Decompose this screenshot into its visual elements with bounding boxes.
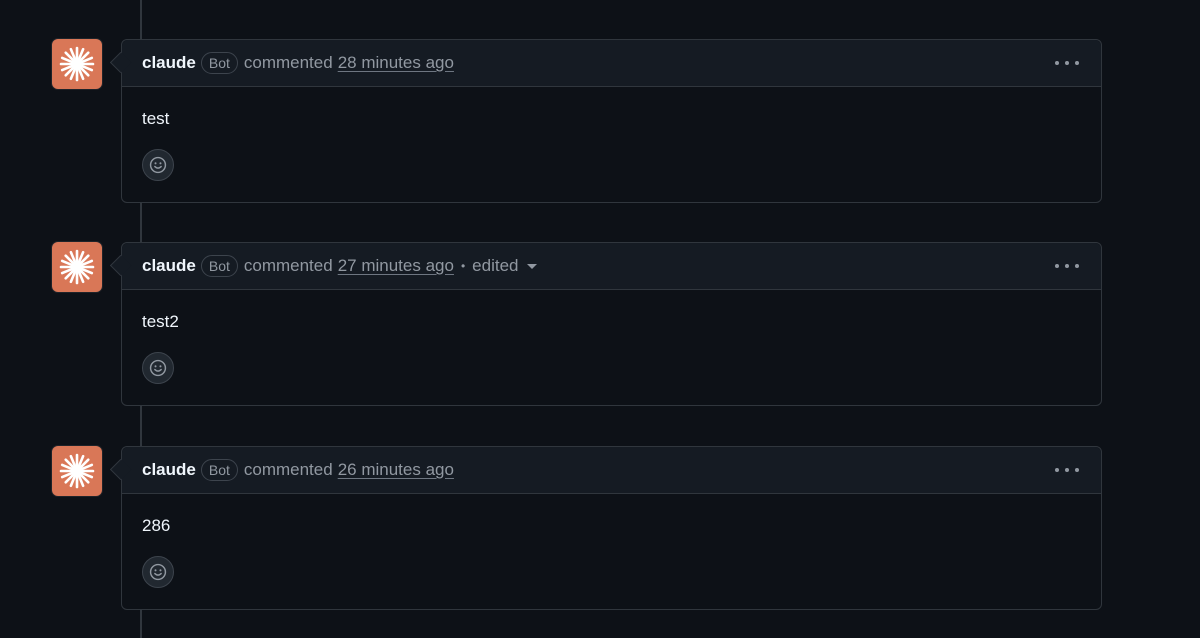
comment-body: test2: [122, 290, 1101, 384]
comment-header: claude Bot commented 26 minutes ago: [109, 447, 1101, 494]
smiley-icon: [149, 563, 167, 581]
smiley-icon: [149, 156, 167, 174]
avatar[interactable]: [52, 242, 102, 292]
action-text: commented: [243, 256, 333, 275]
bot-badge: Bot: [200, 459, 238, 481]
avatar[interactable]: [52, 446, 102, 496]
comment-header: claude Bot commented 28 minutes ago: [109, 40, 1101, 87]
comment-text: 286: [142, 516, 171, 535]
claude-sparkle-icon: [59, 249, 95, 285]
edited-dropdown[interactable]: edited: [472, 256, 538, 276]
comment-text: test: [142, 109, 170, 128]
timestamp-link[interactable]: 28 minutes ago: [338, 53, 454, 73]
kebab-horizontal-icon[interactable]: [1055, 53, 1079, 73]
author-name[interactable]: claude: [142, 256, 196, 276]
claude-sparkle-icon: [59, 453, 95, 489]
avatar[interactable]: [52, 39, 102, 89]
card-pointer: [109, 458, 132, 481]
timestamp-link[interactable]: 27 minutes ago: [338, 256, 454, 276]
comment-header: claude Bot commented 27 minutes ago • ed…: [109, 243, 1101, 290]
comment-body: test: [122, 87, 1101, 181]
kebab-horizontal-icon[interactable]: [1055, 256, 1079, 276]
bot-badge: Bot: [200, 255, 238, 277]
add-reaction-button[interactable]: [142, 556, 174, 588]
card-pointer: [109, 51, 132, 74]
comment-card: claude Bot commented 27 minutes ago • ed…: [109, 242, 1102, 406]
comment-text: test2: [142, 312, 179, 331]
action-text: commented: [243, 460, 333, 479]
timestamp-link[interactable]: 26 minutes ago: [338, 460, 454, 480]
add-reaction-button[interactable]: [142, 149, 174, 181]
kebab-horizontal-icon[interactable]: [1055, 460, 1079, 480]
separator-dot: •: [460, 259, 466, 273]
action-text: commented: [243, 53, 333, 72]
add-reaction-button[interactable]: [142, 352, 174, 384]
smiley-icon: [149, 359, 167, 377]
edited-label: edited: [472, 256, 519, 275]
author-name[interactable]: claude: [142, 460, 196, 480]
caret-down-icon: [527, 264, 538, 270]
claude-sparkle-icon: [59, 46, 95, 82]
comment-card: claude Bot commented 26 minutes ago 286: [109, 446, 1102, 610]
comment-body: 286: [122, 494, 1101, 588]
comment-card: claude Bot commented 28 minutes ago test: [109, 39, 1102, 203]
bot-badge: Bot: [200, 52, 238, 74]
card-pointer: [109, 254, 132, 277]
author-name[interactable]: claude: [142, 53, 196, 73]
